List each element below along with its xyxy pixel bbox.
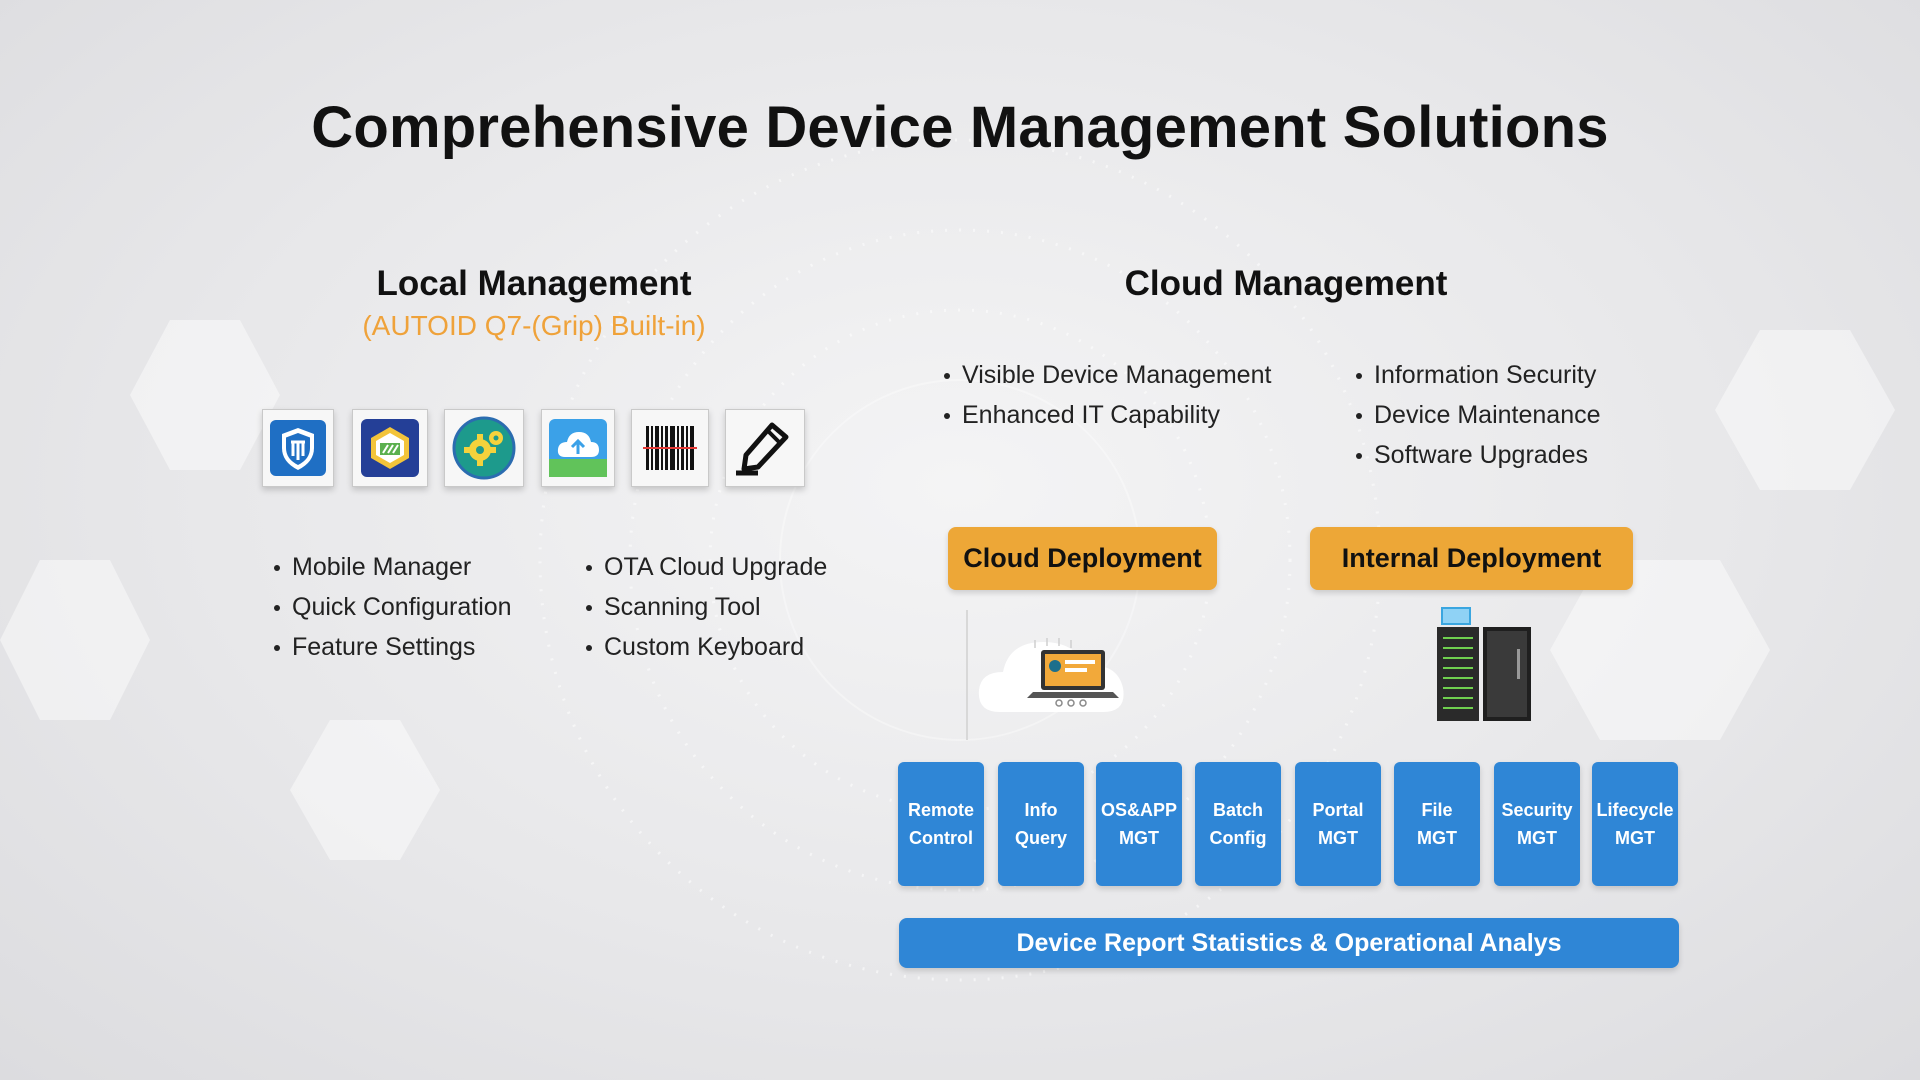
gear-globe-icon[interactable] xyxy=(444,409,524,487)
management-modules: Remote Control Info Query OS&APP MGT Bat… xyxy=(898,762,1680,886)
remote-control-tile[interactable]: Remote Control xyxy=(898,762,984,886)
list-item: OTA Cloud Upgrade xyxy=(586,547,827,587)
cloud-laptop-icon xyxy=(966,610,1124,740)
server-rack-icon xyxy=(1437,607,1531,721)
portal-mgt-tile[interactable]: Portal MGT xyxy=(1295,762,1381,886)
list-item: Feature Settings xyxy=(274,627,512,667)
list-item: Quick Configuration xyxy=(274,587,512,627)
list-item: Mobile Manager xyxy=(274,547,512,587)
shield-icon[interactable] xyxy=(262,409,334,487)
file-mgt-tile[interactable]: File MGT xyxy=(1394,762,1480,886)
security-mgt-tile[interactable]: Security MGT xyxy=(1494,762,1580,886)
local-features-right: OTA Cloud Upgrade Scanning Tool Custom K… xyxy=(586,547,827,667)
page-title: Comprehensive Device Management Solution… xyxy=(311,95,1609,160)
barcode-icon[interactable] xyxy=(631,409,709,487)
cloud-features-right: Information Security Device Maintenance … xyxy=(1356,355,1601,475)
cloud-features-left: Visible Device Management Enhanced IT Ca… xyxy=(944,355,1271,435)
list-item: Device Maintenance xyxy=(1356,395,1601,435)
app-icon-row xyxy=(262,409,822,489)
info-query-tile[interactable]: Info Query xyxy=(998,762,1084,886)
list-item: Custom Keyboard xyxy=(586,627,827,667)
list-item: Software Upgrades xyxy=(1356,435,1601,475)
cloud-deployment-button[interactable]: Cloud Deployment xyxy=(948,527,1217,590)
list-item: Information Security xyxy=(1356,355,1601,395)
settings-card-icon[interactable] xyxy=(352,409,428,487)
os-app-mgt-tile[interactable]: OS&APP MGT xyxy=(1096,762,1182,886)
local-management-subtitle: (AUTOID Q7-(Grip) Built-in) xyxy=(362,310,706,341)
list-item: Scanning Tool xyxy=(586,587,827,627)
internal-deployment-button[interactable]: Internal Deployment xyxy=(1310,527,1633,590)
list-item: Visible Device Management xyxy=(944,355,1271,395)
cloud-management-title: Cloud Management xyxy=(1124,264,1448,303)
pen-icon[interactable] xyxy=(725,409,805,487)
cloud-upload-icon[interactable] xyxy=(541,409,615,487)
lifecycle-mgt-tile[interactable]: Lifecycle MGT xyxy=(1592,762,1678,886)
device-report-bar[interactable]: Device Report Statistics & Operational A… xyxy=(899,918,1679,968)
local-management-title: Local Management xyxy=(376,264,692,303)
list-item: Enhanced IT Capability xyxy=(944,395,1271,435)
batch-config-tile[interactable]: Batch Config xyxy=(1195,762,1281,886)
local-features-left: Mobile Manager Quick Configuration Featu… xyxy=(274,547,512,667)
